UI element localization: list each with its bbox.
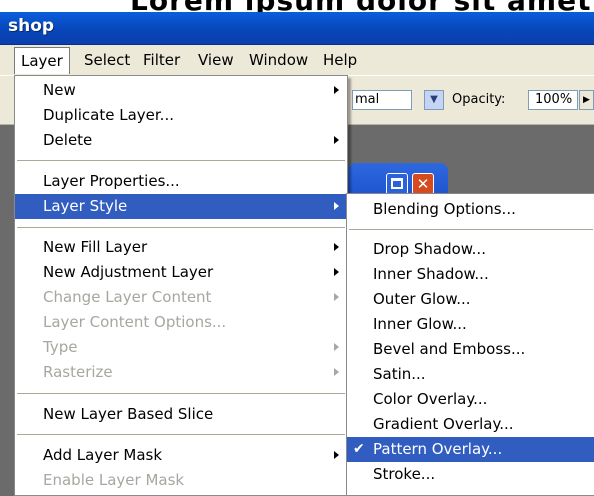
menu-item-label: Change Layer Content: [43, 288, 212, 306]
opacity-label: Opacity:: [452, 92, 506, 107]
menu-item-label: Satin...: [373, 365, 426, 383]
style-item-satin[interactable]: Satin...: [347, 362, 594, 387]
menu-item-label: Duplicate Layer...: [43, 106, 174, 124]
layer-menu: New Duplicate Layer... Delete Layer Prop…: [14, 75, 348, 496]
menu-item-label: Blending Options...: [373, 200, 516, 218]
style-item-gradient-overlay[interactable]: Gradient Overlay...: [347, 412, 594, 437]
blend-mode-dropdown-icon[interactable]: ▼: [424, 90, 444, 110]
close-icon: ✕: [416, 175, 430, 193]
submenu-arrow-icon: [334, 451, 339, 459]
menu-item-label: Drop Shadow...: [373, 240, 486, 258]
menu-item-label: New Fill Layer: [43, 238, 148, 256]
layer-menu-item-new-layer-based-slice[interactable]: New Layer Based Slice: [15, 402, 347, 427]
menu-window[interactable]: Window: [249, 51, 308, 69]
layer-menu-item-type: Type: [15, 335, 347, 360]
menu-separator: [17, 227, 345, 228]
layer-menu-item-new-adjustment-layer[interactable]: New Adjustment Layer: [15, 260, 347, 285]
layer-menu-item-new[interactable]: New: [15, 78, 347, 103]
menu-item-label: Gradient Overlay...: [373, 415, 514, 433]
blend-mode-select[interactable]: mal: [352, 90, 412, 110]
menu-separator: [17, 434, 345, 435]
menu-select[interactable]: Select: [84, 51, 130, 69]
opacity-slider-arrow-icon[interactable]: ▶: [579, 90, 594, 110]
menu-item-label: Inner Shadow...: [373, 265, 489, 283]
menu-item-label: New Adjustment Layer: [43, 263, 214, 281]
menu-item-label: Outer Glow...: [373, 290, 471, 308]
menu-item-label: Color Overlay...: [373, 390, 488, 408]
layer-menu-item-add-layer-mask[interactable]: Add Layer Mask: [15, 443, 347, 468]
layer-menu-item-new-fill-layer[interactable]: New Fill Layer: [15, 235, 347, 260]
menu-item-label: Layer Properties...: [43, 172, 180, 190]
menu-item-label: Inner Glow...: [373, 315, 467, 333]
maximize-icon: [391, 178, 403, 189]
maximize-button[interactable]: [386, 173, 408, 195]
layer-menu-item-change-layer-content: Change Layer Content: [15, 285, 347, 310]
submenu-arrow-icon: [334, 86, 339, 94]
submenu-arrow-icon: [334, 268, 339, 276]
menu-item-label: Type: [43, 338, 78, 356]
style-item-inner-shadow[interactable]: Inner Shadow...: [347, 262, 594, 287]
style-item-bevel-and-emboss[interactable]: Bevel and Emboss...: [347, 337, 594, 362]
layer-style-submenu: Blending Options... Drop Shadow... Inner…: [346, 193, 594, 496]
style-item-pattern-overlay[interactable]: ✔ Pattern Overlay...: [347, 437, 594, 462]
menu-view[interactable]: View: [198, 51, 234, 69]
menu-item-label: Pattern Overlay...: [373, 440, 503, 458]
layer-menu-item-duplicate-layer[interactable]: Duplicate Layer...: [15, 103, 347, 128]
style-item-inner-glow[interactable]: Inner Glow...: [347, 312, 594, 337]
style-item-outer-glow[interactable]: Outer Glow...: [347, 287, 594, 312]
layer-menu-item-layer-content-options: Layer Content Options...: [15, 310, 347, 335]
submenu-arrow-icon: [334, 243, 339, 251]
layer-menu-item-enable-layer-mask: Enable Layer Mask: [15, 468, 347, 493]
submenu-arrow-icon: [334, 293, 339, 301]
checkmark-icon: ✔: [353, 441, 365, 457]
submenu-arrow-icon: [334, 202, 339, 210]
menu-item-label: Layer Style: [43, 197, 128, 215]
submenu-arrow-icon: [334, 368, 339, 376]
layer-menu-item-delete[interactable]: Delete: [15, 128, 347, 153]
menu-item-label: Enable Layer Mask: [43, 471, 185, 489]
menu-item-label: Delete: [43, 131, 93, 149]
menu-separator: [17, 160, 345, 161]
style-item-stroke[interactable]: Stroke...: [347, 462, 594, 487]
title-bar: shop: [0, 12, 594, 45]
clipped-heading-fragment: Lorem ipsum dolor sit amet: [130, 0, 591, 12]
menu-filter[interactable]: Filter: [143, 51, 180, 69]
menu-item-label: New: [43, 81, 76, 99]
style-item-blending-options[interactable]: Blending Options...: [347, 197, 594, 222]
menu-separator: [349, 229, 593, 230]
window-title: shop: [8, 16, 55, 36]
menu-help[interactable]: Help: [323, 51, 357, 69]
menu-item-label: Add Layer Mask: [43, 446, 163, 464]
opacity-input[interactable]: 100%: [528, 90, 578, 110]
menu-item-label: New Layer Based Slice: [43, 405, 214, 423]
style-item-drop-shadow[interactable]: Drop Shadow...: [347, 237, 594, 262]
style-item-color-overlay[interactable]: Color Overlay...: [347, 387, 594, 412]
menu-item-label: Layer Content Options...: [43, 313, 227, 331]
menu-layer[interactable]: Layer: [14, 47, 70, 74]
layer-menu-item-layer-style[interactable]: Layer Style: [15, 194, 347, 219]
submenu-arrow-icon: [334, 136, 339, 144]
layer-menu-item-layer-properties[interactable]: Layer Properties...: [15, 169, 347, 194]
menu-item-label: Rasterize: [43, 363, 113, 381]
top-clipped-text-band: Lorem ipsum dolor sit amet: [0, 0, 594, 12]
submenu-arrow-icon: [334, 343, 339, 351]
layer-menu-item-rasterize: Rasterize: [15, 360, 347, 385]
close-button[interactable]: ✕: [412, 173, 434, 195]
menu-item-label: Stroke...: [373, 465, 436, 483]
menu-bar: Layer Select Filter View Window Help: [0, 45, 594, 75]
menu-item-label: Bevel and Emboss...: [373, 340, 526, 358]
menu-separator: [17, 393, 345, 394]
